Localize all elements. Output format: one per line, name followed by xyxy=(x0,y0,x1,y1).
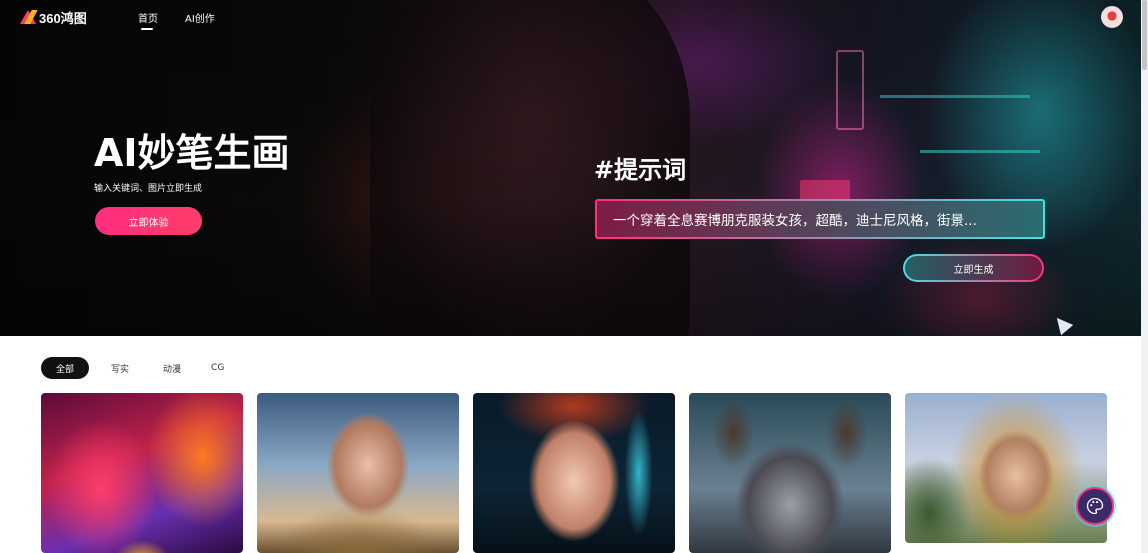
gallery-card[interactable] xyxy=(689,393,891,553)
generate-button[interactable]: 立即生成 xyxy=(903,254,1044,282)
prompt-heading: #提示词 xyxy=(594,156,687,184)
gallery-card[interactable] xyxy=(41,393,243,553)
tab-realistic[interactable]: 写实 xyxy=(111,357,129,379)
nav-item-home[interactable]: 首页 xyxy=(138,10,158,30)
tab-all[interactable]: 全部 xyxy=(41,357,89,379)
hero-banner: 360鸿图 首页 AI创作 AI妙笔生画 输入关键词、图片立即生成 立即体验 #… xyxy=(0,0,1148,336)
nav-item-ai-create[interactable]: AI创作 xyxy=(185,10,215,25)
prompt-text: 一个穿着全息赛博朋克服装女孩，超酷，迪士尼风格，街景... xyxy=(613,213,977,229)
hero-title: AI妙笔生画 xyxy=(94,131,290,175)
logo-mark-icon xyxy=(20,10,36,24)
page-scrollbar[interactable] xyxy=(1141,0,1148,553)
gallery-card[interactable] xyxy=(257,393,459,553)
gallery-card[interactable] xyxy=(473,393,675,553)
tab-cg[interactable]: CG xyxy=(211,357,224,379)
tab-anime[interactable]: 动漫 xyxy=(163,357,181,379)
scrollbar-thumb[interactable] xyxy=(1142,0,1147,70)
floating-assistant-button[interactable] xyxy=(1076,487,1114,525)
top-nav: 360鸿图 首页 AI创作 xyxy=(0,0,1148,34)
logo[interactable]: 360鸿图 xyxy=(20,9,87,26)
hero-subtitle: 输入关键词、图片立即生成 xyxy=(94,184,203,194)
prompt-input[interactable]: 一个穿着全息赛博朋克服装女孩，超酷，迪士尼风格，街景... xyxy=(595,199,1045,239)
palette-icon xyxy=(1086,497,1104,515)
try-now-button[interactable]: 立即体验 xyxy=(95,207,202,235)
user-avatar[interactable] xyxy=(1101,6,1123,28)
filter-tabs: 全部 写实 动漫 CG xyxy=(41,357,246,379)
gallery-card[interactable] xyxy=(905,393,1107,543)
logo-text: 360鸿图 xyxy=(39,10,87,26)
